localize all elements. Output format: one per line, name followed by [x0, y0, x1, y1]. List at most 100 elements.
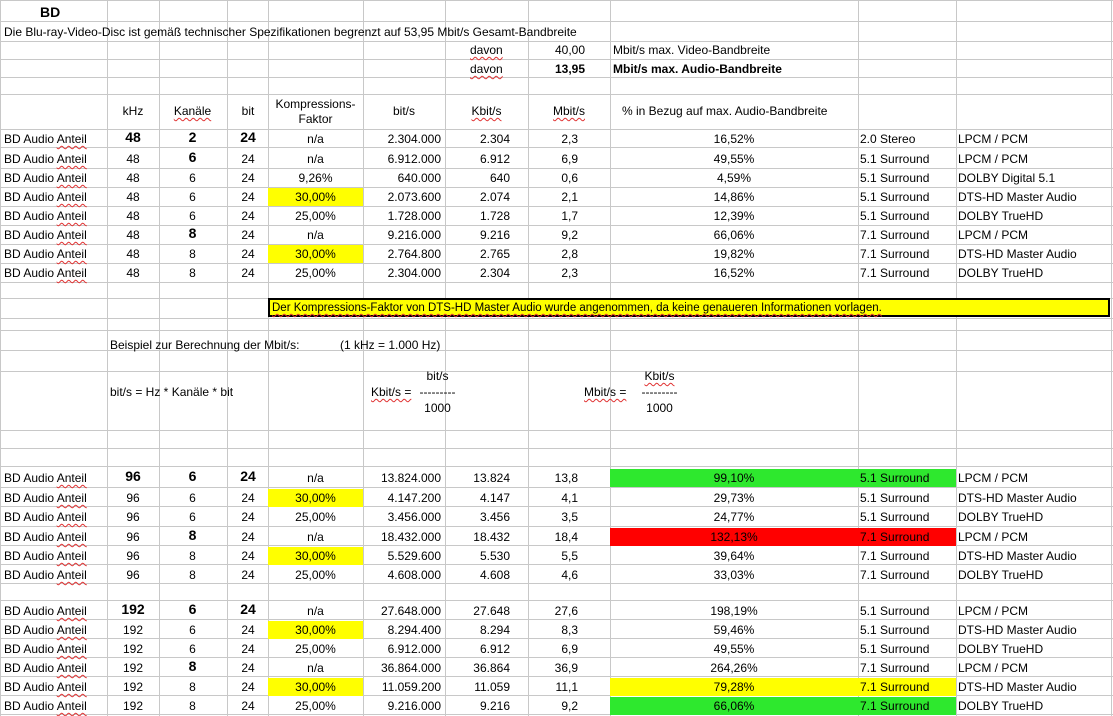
khz-cell[interactable]: 48	[108, 130, 158, 145]
table-row[interactable]: BD Audio Anteil 48 6 24 30,00% 2.073.600 2.074…	[0, 188, 1111, 206]
khz-conversion-note[interactable]: (1 kHz = 1.000 Hz)	[340, 338, 440, 353]
kbits-cell[interactable]: 4.608	[445, 568, 510, 583]
mode-cell[interactable]: 5.1 Surround	[860, 152, 956, 167]
percent-cell[interactable]: 14,86%	[610, 190, 858, 205]
kbits-cell[interactable]: 8.294	[445, 623, 510, 638]
mode-cell[interactable]: 7.1 Surround	[860, 247, 956, 262]
davon-label-audio[interactable]: davon	[470, 62, 503, 77]
kbits-cell[interactable]: 6.912	[445, 642, 510, 657]
kompression-cell[interactable]: 30,00%	[268, 680, 363, 695]
mbits-cell[interactable]: 2,3	[528, 266, 578, 281]
video-bandwidth-value[interactable]: 40,00	[540, 43, 585, 58]
kompression-cell[interactable]: 30,00%	[268, 491, 363, 506]
mbits-cell[interactable]: 2,8	[528, 247, 578, 262]
bit-cell[interactable]: 24	[228, 568, 268, 583]
kanaele-cell[interactable]: 8	[160, 528, 225, 543]
row-label-cell[interactable]: BD Audio Anteil	[4, 266, 104, 281]
kompression-cell[interactable]: 30,00%	[268, 623, 363, 638]
percent-cell[interactable]: 16,52%	[610, 132, 858, 147]
codec-cell[interactable]: DOLBY Digital 5.1	[958, 171, 1108, 186]
mode-cell[interactable]: 5.1 Surround	[860, 209, 956, 224]
bits-cell[interactable]: 3.456.000	[363, 510, 441, 525]
mode-cell[interactable]: 5.1 Surround	[860, 623, 956, 638]
bit-cell[interactable]: 24	[228, 247, 268, 262]
row-label-cell[interactable]: BD Audio Anteil	[4, 132, 104, 147]
khz-cell[interactable]: 48	[108, 171, 158, 186]
khz-cell[interactable]: 96	[108, 510, 158, 525]
mode-cell[interactable]: 7.1 Surround	[860, 699, 956, 714]
mbits-cell[interactable]: 5,5	[528, 549, 578, 564]
bits-cell[interactable]: 18.432.000	[363, 530, 441, 545]
kompression-cell[interactable]: 25,00%	[268, 699, 363, 714]
percent-cell[interactable]: 66,06%	[610, 699, 858, 714]
percent-cell[interactable]: 16,52%	[610, 266, 858, 281]
codec-cell[interactable]: DOLBY TrueHD	[958, 510, 1108, 525]
mode-cell[interactable]: 7.1 Surround	[860, 568, 956, 583]
kbits-cell[interactable]: 2.304	[445, 266, 510, 281]
kanaele-cell[interactable]: 6	[160, 190, 225, 205]
row-label-cell[interactable]: BD Audio Anteil	[4, 228, 104, 243]
bit-cell[interactable]: 24	[228, 680, 268, 695]
kbits-cell[interactable]: 4.147	[445, 491, 510, 506]
mode-cell[interactable]: 5.1 Surround	[860, 171, 956, 186]
percent-cell[interactable]: 59,46%	[610, 623, 858, 638]
mbits-cell[interactable]: 4,6	[528, 568, 578, 583]
kanaele-cell[interactable]: 6	[160, 150, 225, 165]
percent-cell[interactable]: 198,19%	[610, 604, 858, 619]
codec-cell[interactable]: DOLBY TrueHD	[958, 266, 1108, 281]
mbits-cell[interactable]: 18,4	[528, 530, 578, 545]
bit-cell[interactable]: 24	[228, 602, 268, 617]
row-label-cell[interactable]: BD Audio Anteil	[4, 152, 104, 167]
codec-cell[interactable]: LPCM / PCM	[958, 530, 1108, 545]
row-label-cell[interactable]: BD Audio Anteil	[4, 530, 104, 545]
mode-cell[interactable]: 7.1 Surround	[860, 680, 956, 695]
mbits-cell[interactable]: 6,9	[528, 642, 578, 657]
bit-cell[interactable]: 24	[228, 549, 268, 564]
bits-cell[interactable]: 8.294.400	[363, 623, 441, 638]
mode-cell[interactable]: 5.1 Surround	[860, 190, 956, 205]
bits-cell[interactable]: 1.728.000	[363, 209, 441, 224]
bits-cell[interactable]: 2.304.000	[363, 132, 441, 147]
mode-cell[interactable]: 5.1 Surround	[860, 642, 956, 657]
khz-cell[interactable]: 96	[108, 491, 158, 506]
table-row[interactable]: BD Audio Anteil 96 6 24 25,00% 3.456.000 3.456…	[0, 508, 1111, 526]
kanaele-cell[interactable]: 8	[160, 247, 225, 262]
kompression-cell[interactable]: 25,00%	[268, 642, 363, 657]
row-label-cell[interactable]: BD Audio Anteil	[4, 680, 104, 695]
row-label-cell[interactable]: BD Audio Anteil	[4, 642, 104, 657]
table-row[interactable]: BD Audio Anteil 48 8 24 25,00% 2.304.000 2.304…	[0, 264, 1111, 282]
example-title[interactable]: Beispiel zur Berechnung der Mbit/s:	[110, 338, 299, 353]
mbits-cell[interactable]: 27,6	[528, 604, 578, 619]
table-row[interactable]: BD Audio Anteil 192 8 24 25,00% 9.216.000 9.21…	[0, 697, 1111, 715]
bits-cell[interactable]: 2.073.600	[363, 190, 441, 205]
percent-cell[interactable]: 264,26%	[610, 661, 858, 676]
table-row[interactable]: BD Audio Anteil 192 8 24 30,00% 11.059.200 11.…	[0, 678, 1111, 696]
table-row[interactable]: BD Audio Anteil 48 6 24 9,26% 640.000 640 0,6 4,…	[0, 169, 1111, 187]
kompression-cell[interactable]: n/a	[268, 604, 363, 619]
mode-cell[interactable]: 5.1 Surround	[860, 471, 956, 486]
bandwidth-description[interactable]: Die Blu-ray-Video-Disc ist gemäß technis…	[4, 25, 577, 40]
kbits-cell[interactable]: 9.216	[445, 228, 510, 243]
row-label-cell[interactable]: BD Audio Anteil	[4, 568, 104, 583]
kbits-cell[interactable]: 2.074	[445, 190, 510, 205]
kanaele-cell[interactable]: 6	[160, 491, 225, 506]
khz-cell[interactable]: 192	[108, 642, 158, 657]
mbits-cell[interactable]: 11,1	[528, 680, 578, 695]
codec-cell[interactable]: LPCM / PCM	[958, 661, 1108, 676]
codec-cell[interactable]: LPCM / PCM	[958, 604, 1108, 619]
kbits-cell[interactable]: 3.456	[445, 510, 510, 525]
kbits-cell[interactable]: 13.824	[445, 471, 510, 486]
davon-label-video[interactable]: davon	[470, 43, 503, 58]
bit-cell[interactable]: 24	[228, 209, 268, 224]
bit-cell[interactable]: 24	[228, 469, 268, 484]
codec-cell[interactable]: LPCM / PCM	[958, 471, 1108, 486]
table-row[interactable]: BD Audio Anteil 96 8 24 n/a 18.432.000 18.432 1…	[0, 528, 1111, 546]
percent-cell[interactable]: 66,06%	[610, 228, 858, 243]
kbits-cell[interactable]: 1.728	[445, 209, 510, 224]
percent-cell[interactable]: 4,59%	[610, 171, 858, 186]
row-label-cell[interactable]: BD Audio Anteil	[4, 661, 104, 676]
kompression-cell[interactable]: 9,26%	[268, 171, 363, 186]
percent-cell[interactable]: 39,64%	[610, 549, 858, 564]
col-header-kompression-2[interactable]: Faktor	[268, 112, 363, 127]
kanaele-cell[interactable]: 6	[160, 469, 225, 484]
